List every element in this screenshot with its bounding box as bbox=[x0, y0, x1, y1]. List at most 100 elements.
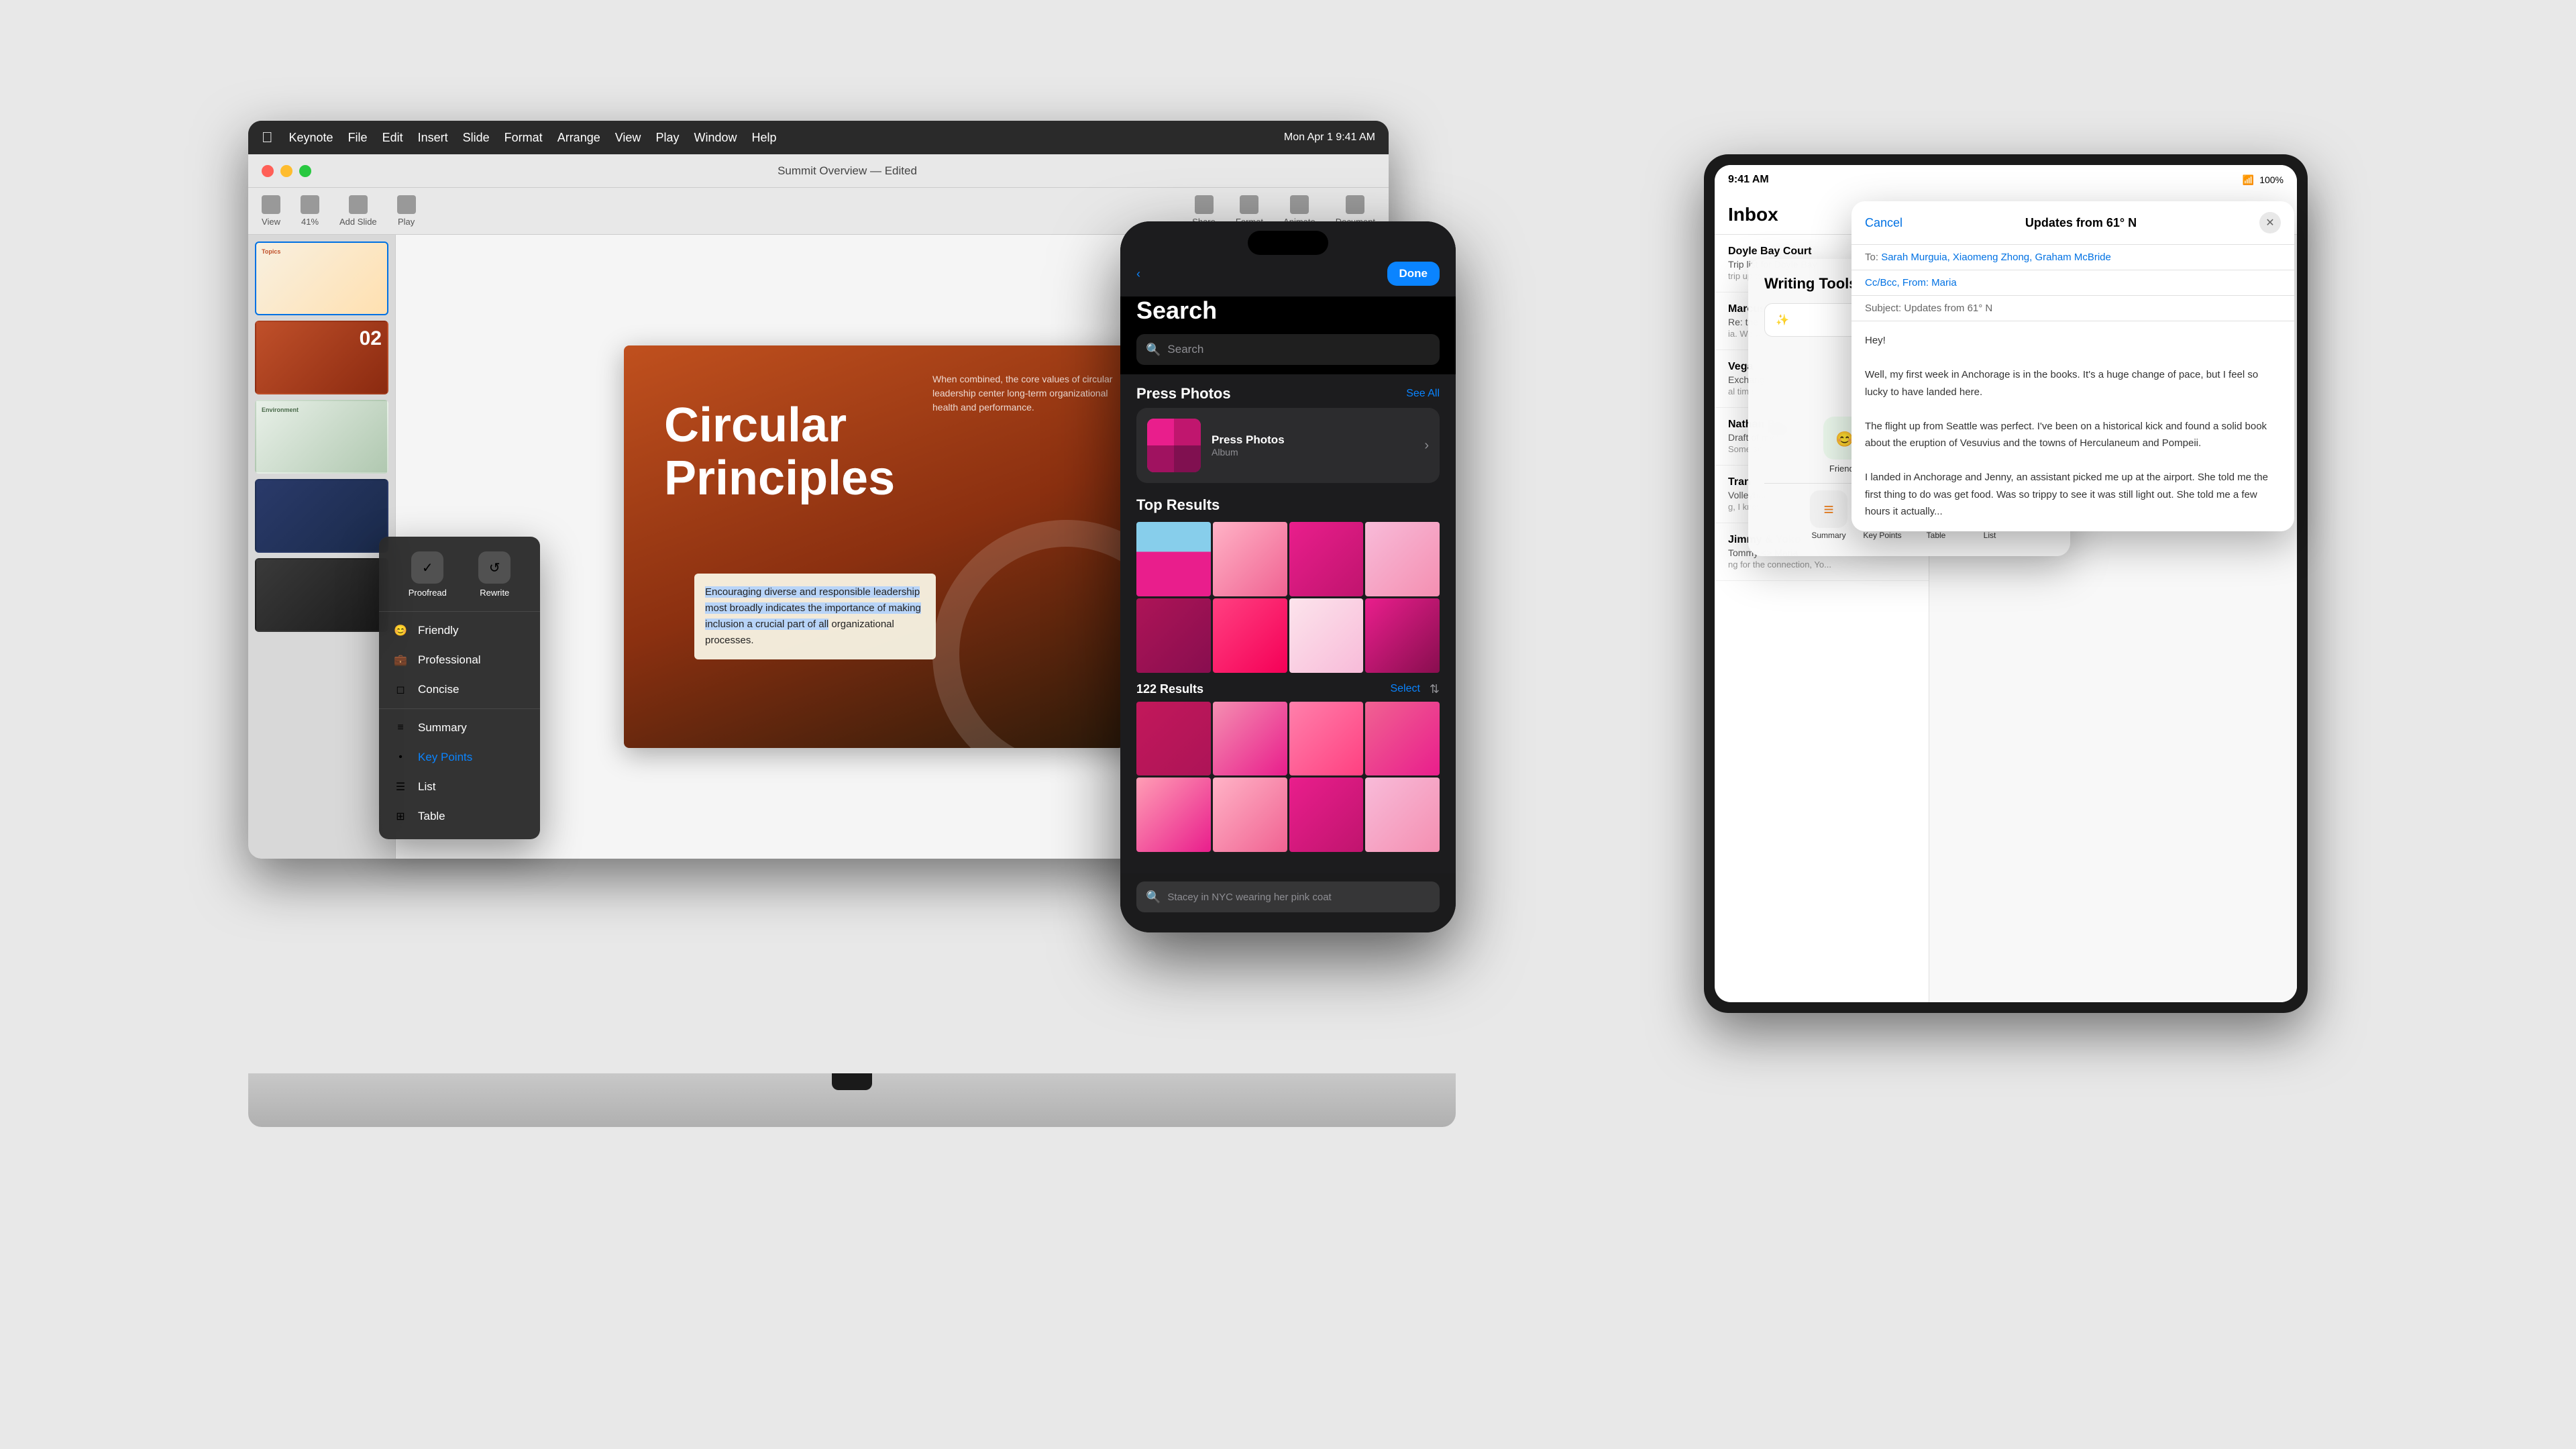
result-photo-7[interactable] bbox=[1289, 777, 1364, 852]
macbook-base bbox=[248, 1073, 1456, 1127]
photo-cell-6[interactable] bbox=[1213, 598, 1287, 673]
document-title: Summit Overview — Edited bbox=[319, 164, 1375, 178]
album-cell-1 bbox=[1147, 419, 1174, 445]
menu-format[interactable]: Format bbox=[504, 131, 543, 145]
context-rewrite-button[interactable]: ↺ Rewrite bbox=[478, 551, 511, 598]
result-photo-3[interactable] bbox=[1289, 702, 1364, 776]
context-key-points-item[interactable]: • Key Points bbox=[379, 743, 540, 772]
menu-view[interactable]: View bbox=[615, 131, 641, 145]
modal-cancel-button[interactable]: Cancel bbox=[1865, 216, 1902, 230]
toolbar-zoom-label: 41% bbox=[301, 217, 319, 227]
view-icon bbox=[262, 195, 280, 214]
slide-4[interactable] bbox=[255, 479, 388, 553]
slide-5[interactable] bbox=[255, 558, 388, 632]
toolbar-play[interactable]: Play bbox=[397, 195, 416, 227]
concise-item-label: Concise bbox=[418, 683, 459, 696]
mail-preview-6: ng for the connection, Yo... bbox=[1728, 559, 1915, 570]
result-photo-6[interactable] bbox=[1213, 777, 1287, 852]
scene:  Keynote File Edit Insert Slide Format … bbox=[215, 54, 2361, 1395]
menu-insert[interactable]: Insert bbox=[418, 131, 448, 145]
photo-cell-8[interactable] bbox=[1365, 598, 1440, 673]
selected-text-block: Encouraging diverse and responsible lead… bbox=[694, 574, 936, 659]
iphone-done-button[interactable]: Done bbox=[1387, 262, 1440, 286]
modal-body[interactable]: Hey! Well, my first week in Anchorage is… bbox=[1851, 321, 2294, 531]
photo-cell-7[interactable] bbox=[1289, 598, 1364, 673]
toolbar-view[interactable]: View bbox=[262, 195, 280, 227]
context-proofread-button[interactable]: ✓ Proofread bbox=[409, 551, 447, 598]
list-icon: ☰ bbox=[392, 779, 409, 795]
context-divider-2 bbox=[379, 708, 540, 709]
modal-cc-field: Cc/Bcc, From: Maria bbox=[1851, 270, 2294, 296]
menu-file[interactable]: File bbox=[348, 131, 368, 145]
toolbar-add-slide-label: Add Slide bbox=[339, 217, 377, 227]
menu-slide[interactable]: Slide bbox=[463, 131, 490, 145]
context-summary-item[interactable]: ≡ Summary bbox=[379, 713, 540, 743]
album-name: Press Photos bbox=[1212, 433, 1413, 447]
modal-close-button[interactable]: ✕ bbox=[2259, 212, 2281, 233]
photo-cell-5[interactable] bbox=[1136, 598, 1211, 673]
minimize-button[interactable] bbox=[280, 165, 292, 177]
context-friendly-item[interactable]: 😊 Friendly bbox=[379, 616, 540, 645]
photo-cell-4[interactable] bbox=[1365, 522, 1440, 596]
album-card[interactable]: Press Photos Album › bbox=[1136, 408, 1440, 483]
table-item-label: Table bbox=[418, 810, 445, 823]
menu-help[interactable]: Help bbox=[751, 131, 776, 145]
context-professional-item[interactable]: 💼 Professional bbox=[379, 645, 540, 675]
toolbar-add-slide[interactable]: Add Slide bbox=[339, 195, 377, 227]
fullscreen-button[interactable] bbox=[299, 165, 311, 177]
album-info: Press Photos Album bbox=[1212, 433, 1413, 458]
menu-arrange[interactable]: Arrange bbox=[557, 131, 600, 145]
toolbar-view-label: View bbox=[262, 217, 280, 227]
slide-body-text: When combined, the core values of circul… bbox=[932, 372, 1134, 415]
album-type: Album bbox=[1212, 447, 1413, 458]
context-table-item[interactable]: ⊞ Table bbox=[379, 802, 540, 831]
slide-2[interactable]: 02 bbox=[255, 321, 388, 394]
menu-keynote[interactable]: Keynote bbox=[289, 131, 333, 145]
active-slide[interactable]: Circular Principles When combined, the c… bbox=[624, 345, 1161, 748]
modal-to-field: To: Sarah Murguia, Xiaomeng Zhong, Graha… bbox=[1851, 245, 2294, 270]
context-concise-item[interactable]: ◻ Concise bbox=[379, 675, 540, 704]
select-button[interactable]: Select bbox=[1390, 683, 1419, 695]
result-photo-2[interactable] bbox=[1213, 702, 1287, 776]
key-points-item-label: Key Points bbox=[418, 751, 472, 764]
photo-cell-1[interactable] bbox=[1136, 522, 1211, 596]
result-photo-8[interactable] bbox=[1365, 777, 1440, 852]
rewrite-icon: ↺ bbox=[478, 551, 511, 584]
concise-icon: ◻ bbox=[392, 682, 409, 698]
iphone-back-button[interactable]: ‹ bbox=[1136, 267, 1140, 281]
toolbar-zoom[interactable]: 41% bbox=[301, 195, 319, 227]
to-label: To: bbox=[1865, 252, 1881, 263]
menu-window[interactable]: Window bbox=[694, 131, 737, 145]
summary-item-label: Summary bbox=[418, 721, 467, 735]
iphone-search-bar[interactable]: 🔍 Search bbox=[1136, 334, 1440, 365]
wt-summary-button[interactable]: Summary bbox=[1805, 490, 1852, 540]
modal-greeting: Hey! bbox=[1865, 332, 2281, 350]
subject-value: Updates from 61° N bbox=[1904, 303, 1992, 314]
ipad-statusbar: 9:41 AM 📶 100% bbox=[1715, 165, 2297, 195]
slide-1[interactable]: Topics bbox=[255, 241, 388, 315]
modal-header: Cancel Updates from 61° N ✕ bbox=[1851, 201, 2294, 245]
menu-play[interactable]: Play bbox=[655, 131, 679, 145]
results-photo-grid bbox=[1120, 702, 1456, 853]
slide-panel: Topics 02 Environment bbox=[248, 235, 396, 859]
context-header: ✓ Proofread ↺ Rewrite bbox=[379, 545, 540, 607]
subject-label: Subject: bbox=[1865, 303, 1904, 314]
result-photo-5[interactable] bbox=[1136, 777, 1211, 852]
sort-icon[interactable]: ⇅ bbox=[1430, 682, 1440, 696]
photo-cell-2[interactable] bbox=[1213, 522, 1287, 596]
slide-3[interactable]: Environment bbox=[255, 400, 388, 474]
modal-body-p3: I landed in Anchorage and Jenny, an assi… bbox=[1865, 469, 2281, 521]
result-photo-4[interactable] bbox=[1365, 702, 1440, 776]
context-list-item[interactable]: ☰ List bbox=[379, 772, 540, 802]
share-icon bbox=[1195, 195, 1214, 214]
close-button[interactable] bbox=[262, 165, 274, 177]
photo-cell-3[interactable] bbox=[1289, 522, 1364, 596]
iphone-bottom-search-bar[interactable]: 🔍 Stacey in NYC wearing her pink coat bbox=[1136, 881, 1440, 912]
result-photo-1[interactable] bbox=[1136, 702, 1211, 776]
album-section-header: Press Photos See All bbox=[1120, 374, 1456, 408]
macbook-menu-items: Keynote File Edit Insert Slide Format Ar… bbox=[289, 131, 777, 145]
see-all-button[interactable]: See All bbox=[1406, 388, 1440, 400]
modal-subject-field: Subject: Updates from 61° N bbox=[1851, 296, 2294, 321]
menu-edit[interactable]: Edit bbox=[382, 131, 403, 145]
search-bottom-icon: 🔍 bbox=[1146, 890, 1161, 904]
